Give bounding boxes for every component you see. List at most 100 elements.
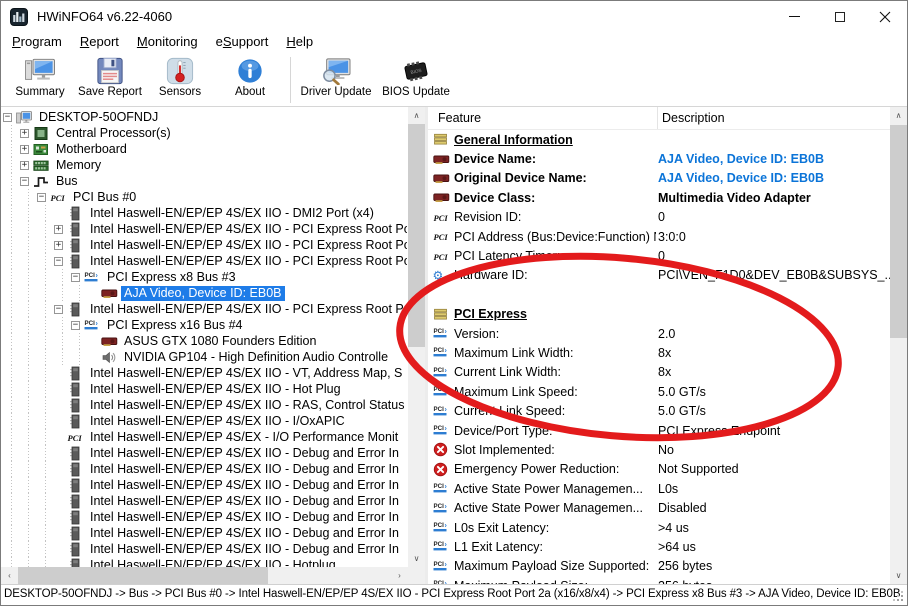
tree-item-label[interactable]: DESKTOP-50OFNDJ <box>36 110 161 125</box>
expand-icon[interactable]: + <box>20 145 29 154</box>
tree-item-label[interactable]: Motherboard <box>53 142 130 157</box>
tree-item[interactable]: + Intel Haswell-EN/EP/EP 4S/EX IIO - PCI … <box>3 237 407 253</box>
feature-row[interactable]: PCIPCI Latency Timer:0 <box>428 246 890 265</box>
section-row[interactable]: PCI Express <box>428 305 890 324</box>
tree-vertical-scrollbar[interactable]: ∧ ∨ <box>408 107 425 567</box>
menu-esupport[interactable]: eSupport <box>207 34 278 51</box>
feature-row[interactable]: PCI›L1 Exit Latency:>64 us <box>428 537 890 556</box>
sensors-button[interactable]: Sensors <box>145 55 215 98</box>
tree-item[interactable]: ASUS GTX 1080 Founders Edition <box>3 333 407 349</box>
close-button[interactable] <box>862 1 907 32</box>
tree-item-label[interactable]: Memory <box>53 158 104 173</box>
details-vscroll-thumb[interactable] <box>890 125 907 338</box>
scroll-down-icon[interactable]: ∨ <box>890 567 907 584</box>
tree-item[interactable]: + Motherboard <box>3 141 407 157</box>
feature-row[interactable]: Original Device Name:AJA Video, Device I… <box>428 169 890 188</box>
tree-item[interactable]: Intel Haswell-EN/EP/EP 4S/EX IIO - Hot P… <box>3 381 407 397</box>
feature-row[interactable]: PCIRevision ID:0 <box>428 208 890 227</box>
tree-item-label[interactable]: Central Processor(s) <box>53 126 174 141</box>
tree-item[interactable]: Intel Haswell-EN/EP/EP 4S/EX IIO - Debug… <box>3 461 407 477</box>
tree-item-label-selected[interactable]: AJA Video, Device ID: EB0B <box>121 286 285 301</box>
tree-item[interactable]: + Intel Haswell-EN/EP/EP 4S/EX IIO - PCI … <box>3 221 407 237</box>
tree-item-label[interactable]: Intel Haswell-EN/EP/EP 4S/EX IIO - Debug… <box>87 526 402 541</box>
tree-item[interactable]: −Intel Haswell-EN/EP/EP 4S/EX IIO - PCI … <box>3 253 407 269</box>
feature-row[interactable]: PCI›Current Link Width:8x <box>428 363 890 382</box>
feature-row[interactable]: PCI›Version:2.0 <box>428 324 890 343</box>
maximize-button[interactable] <box>817 1 862 32</box>
expand-icon[interactable]: + <box>20 129 29 138</box>
feature-row[interactable]: Device Class:Multimedia Video Adapter <box>428 188 890 207</box>
feature-row[interactable]: PCI›Active State Power Managemen...Disab… <box>428 498 890 517</box>
feature-row[interactable]: PCI›Active State Power Managemen...L0s <box>428 479 890 498</box>
tree-item-label[interactable]: Intel Haswell-EN/EP/EP 4S/EX IIO - Debug… <box>87 494 402 509</box>
save-report-button[interactable]: Save Report <box>75 55 145 98</box>
tree-item[interactable]: Intel Haswell-EN/EP/EP 4S/EX IIO - I/OxA… <box>3 413 407 429</box>
scroll-down-icon[interactable]: ∨ <box>408 550 425 567</box>
collapse-icon[interactable]: − <box>3 113 12 122</box>
feature-row[interactable]: PCI›L0s Exit Latency:>4 us <box>428 518 890 537</box>
tree-item[interactable]: Intel Haswell-EN/EP/EP 4S/EX IIO - Hotpl… <box>3 557 407 567</box>
feature-row[interactable]: Slot Implemented:No <box>428 440 890 459</box>
tree-item-label[interactable]: Intel Haswell-EN/EP/EP 4S/EX IIO - Debug… <box>87 542 402 557</box>
tree-item[interactable]: Intel Haswell-EN/EP/EP 4S/EX IIO - Debug… <box>3 509 407 525</box>
feature-row[interactable]: PCI›Maximum Link Width:8x <box>428 343 890 362</box>
tree-item[interactable]: Intel Haswell-EN/EP/EP 4S/EX IIO - Debug… <box>3 493 407 509</box>
tree-item[interactable]: + Memory <box>3 157 407 173</box>
column-header-feature[interactable]: Feature <box>428 107 658 129</box>
tree-item-label[interactable]: Intel Haswell-EN/EP/EP 4S/EX IIO - PCI E… <box>87 222 407 237</box>
feature-row[interactable]: PCI›Device/Port Type:PCI Express Endpoin… <box>428 421 890 440</box>
tree-item-label[interactable]: Intel Haswell-EN/EP/EP 4S/EX IIO - PCI E… <box>87 302 407 317</box>
tree-item-label[interactable]: Intel Haswell-EN/EP/EP 4S/EX IIO - Hot P… <box>87 382 344 397</box>
tree-item[interactable]: PCIIntel Haswell-EN/EP/EP 4S/EX - I/O Pe… <box>3 429 407 445</box>
tree-item[interactable]: + Central Processor(s) <box>3 125 407 141</box>
menu-monitoring[interactable]: Monitoring <box>128 34 207 51</box>
feature-row[interactable]: PCI›Current Link Speed:5.0 GT/s <box>428 401 890 420</box>
details-vertical-scrollbar[interactable]: ∧ ∨ <box>890 107 907 584</box>
tree-item-label[interactable]: Intel Haswell-EN/EP/EP 4S/EX IIO - Debug… <box>87 510 402 525</box>
about-button[interactable]: About <box>215 55 285 98</box>
tree-item-label[interactable]: PCI Bus #0 <box>70 190 139 205</box>
expand-icon[interactable]: + <box>20 161 29 170</box>
collapse-icon[interactable]: − <box>71 273 80 282</box>
tree-item[interactable]: Intel Haswell-EN/EP/EP 4S/EX IIO - VT, A… <box>3 365 407 381</box>
tree-item-label[interactable]: NVIDIA GP104 - High Definition Audio Con… <box>121 350 391 365</box>
scroll-up-icon[interactable]: ∧ <box>890 107 907 124</box>
expand-icon[interactable]: + <box>54 241 63 250</box>
tree-item-label[interactable]: Intel Haswell-EN/EP/EP 4S/EX IIO - Debug… <box>87 446 402 461</box>
menu-report[interactable]: Report <box>71 34 128 51</box>
collapse-icon[interactable]: − <box>54 305 63 314</box>
tree-item-label[interactable]: Intel Haswell-EN/EP/EP 4S/EX IIO - PCI E… <box>87 238 407 253</box>
tree-item-label[interactable]: PCI Express x8 Bus #3 <box>104 270 239 285</box>
feature-row[interactable]: PCI›Maximum Payload Size Supported:256 b… <box>428 557 890 576</box>
menu-program[interactable]: Program <box>3 34 71 51</box>
resize-grip-icon[interactable] <box>901 599 903 601</box>
collapse-icon[interactable]: − <box>71 321 80 330</box>
column-header-description[interactable]: Description <box>658 111 907 125</box>
scroll-left-icon[interactable]: ‹ <box>1 567 18 584</box>
tree-item-label[interactable]: Intel Haswell-EN/EP/EP 4S/EX IIO - I/OxA… <box>87 414 348 429</box>
tree-item-label[interactable]: PCI Express x16 Bus #4 <box>104 318 245 333</box>
tree-item[interactable]: Intel Haswell-EN/EP/EP 4S/EX IIO - Debug… <box>3 541 407 557</box>
tree-vscroll-thumb[interactable] <box>408 124 425 347</box>
tree-item[interactable]: −PCI›PCI Express x8 Bus #3 <box>3 269 407 285</box>
tree-item[interactable]: Intel Haswell-EN/EP/EP 4S/EX IIO - Debug… <box>3 477 407 493</box>
tree-item[interactable]: −PCI›PCI Express x16 Bus #4 <box>3 317 407 333</box>
summary-button[interactable]: Summary <box>5 55 75 98</box>
minimize-button[interactable] <box>772 1 817 32</box>
tree-item[interactable]: Intel Haswell-EN/EP/EP 4S/EX IIO - DMI2 … <box>3 205 407 221</box>
collapse-icon[interactable]: − <box>54 257 63 266</box>
tree-item-label[interactable]: Intel Haswell-EN/EP/EP 4S/EX - I/O Perfo… <box>87 430 401 445</box>
feature-row[interactable]: PCI›Maximum Payload Size:256 bytes <box>428 576 890 584</box>
tree-hscroll-thumb[interactable] <box>18 567 268 584</box>
tree-item[interactable]: NVIDIA GP104 - High Definition Audio Con… <box>3 349 407 365</box>
tree-item[interactable]: −Bus <box>3 173 407 189</box>
tree-item[interactable]: Intel Haswell-EN/EP/EP 4S/EX IIO - Debug… <box>3 445 407 461</box>
section-row[interactable]: General Information <box>428 130 890 149</box>
driver-update-button[interactable]: Driver Update <box>296 55 376 98</box>
tree-item-label[interactable]: Intel Haswell-EN/EP/EP 4S/EX IIO - Debug… <box>87 462 402 477</box>
tree-item[interactable]: − DESKTOP-50OFNDJ <box>3 109 407 125</box>
expand-icon[interactable]: + <box>54 225 63 234</box>
tree-item-label[interactable]: Intel Haswell-EN/EP/EP 4S/EX IIO - VT, A… <box>87 366 405 381</box>
feature-row[interactable]: Emergency Power Reduction:Not Supported <box>428 460 890 479</box>
tree-item-label[interactable]: Intel Haswell-EN/EP/EP 4S/EX IIO - Hotpl… <box>87 558 339 568</box>
